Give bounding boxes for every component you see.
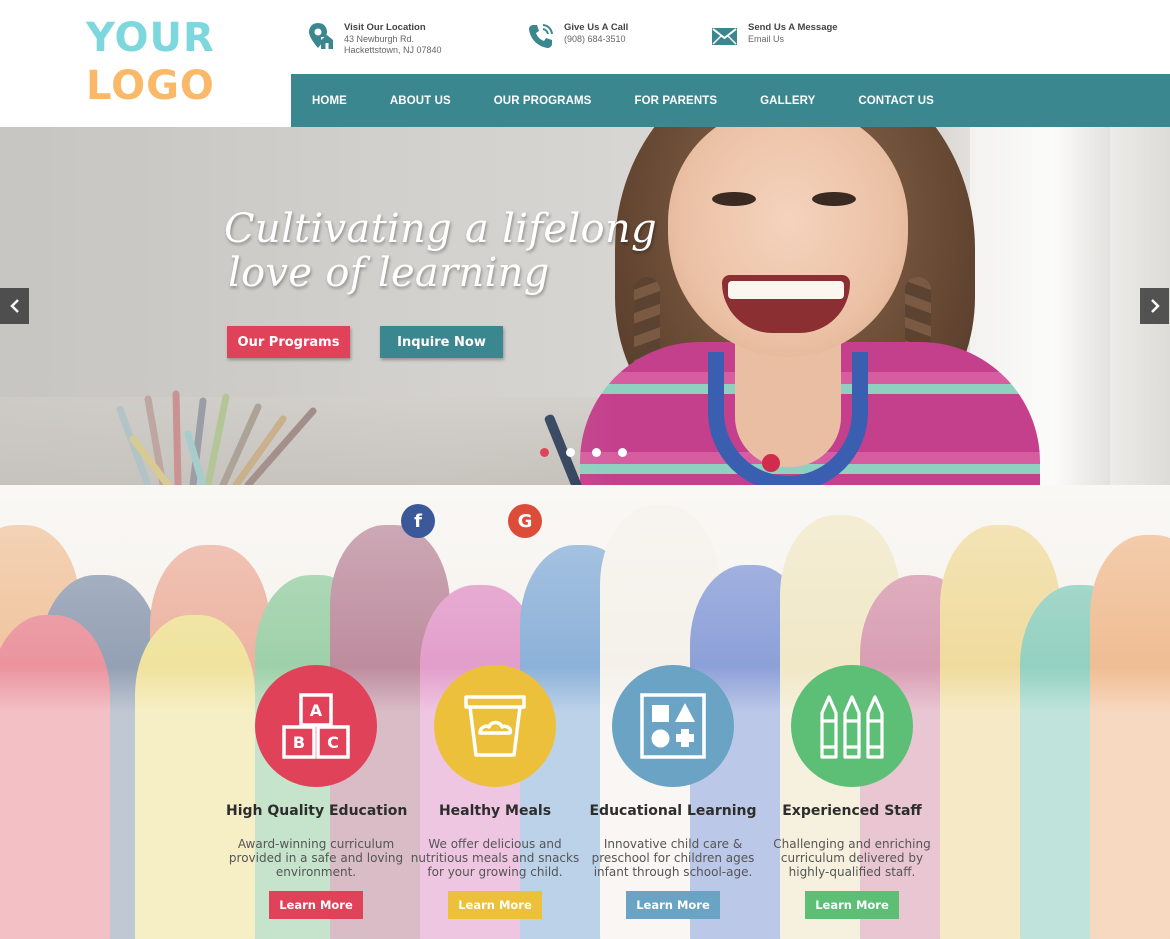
slider-dot-3[interactable] [592,448,601,457]
sweater-button [762,454,780,472]
contact-address-line2: Hackettstown, NJ 07840 [344,45,442,55]
nav-for-parents[interactable]: FOR PARENTS [634,95,717,107]
site-header: YOUR LOGO Visit Our Location 43 Newburgh… [0,0,1170,127]
learn-more-button[interactable]: Learn More [626,891,720,919]
svg-text:C: C [327,733,339,752]
site-logo[interactable]: YOUR LOGO [86,14,215,110]
svg-text:B: B [293,733,305,752]
contact-email-link[interactable]: Email Us [748,34,838,45]
girl-eye-right [812,192,856,206]
feature-quality-education: A B C High Quality Education Award-winni… [226,665,408,919]
girl-eye-left [712,192,756,206]
feature-icon-circle [612,665,734,787]
feature-experienced-staff: Experienced Staff Challenging and enrich… [762,665,942,919]
chevron-right-icon [1150,299,1160,313]
contact-message[interactable]: Send Us A Message Email Us [711,22,838,50]
slider-prev-button[interactable] [0,288,29,324]
feature-description: We offer delicious and nutritious meals … [410,837,580,879]
our-programs-button[interactable]: Our Programs [227,326,350,358]
envelope-icon [712,28,737,45]
google-icon: G [517,510,533,532]
slider-dot-2[interactable] [566,448,575,457]
contact-address-line1: 43 Newburgh Rd. [344,34,415,44]
slider-dot-4[interactable] [618,448,627,457]
feature-icon-circle [791,665,913,787]
phone-icon [529,24,553,48]
girl-collar [708,352,868,485]
feature-description: Innovative child care & preschool for ch… [591,837,755,879]
contact-location[interactable]: Visit Our Location 43 Newburgh Rd. Hacke… [307,22,442,56]
feature-description: Award-winning curriculum provided in a s… [228,837,404,879]
feature-title: High Quality Education [226,803,408,819]
shape-sorter-icon [640,693,706,759]
facebook-icon: f [414,510,422,532]
feature-icon-circle: A B C [255,665,377,787]
features-section: f G A B C High Quality Education Award-w… [0,485,1170,939]
inquire-now-button[interactable]: Inquire Now [380,326,503,358]
contact-title: Send Us A Message [748,22,838,33]
slider-dot-1[interactable] [540,448,549,457]
nav-contact-us[interactable]: CONTACT US [858,95,934,107]
nav-gallery[interactable]: GALLERY [760,95,815,107]
chevron-left-icon [9,299,19,313]
feature-icon-circle [434,665,556,787]
main-nav: HOME ABOUT US OUR PROGRAMS FOR PARENTS G… [291,74,1170,127]
feature-healthy-meals: Healthy Meals We offer delicious and nut… [405,665,585,919]
svg-text:A: A [310,701,323,720]
food-cup-icon [464,695,526,757]
contact-phone-number: (908) 684-3510 [564,34,626,44]
slider-next-button[interactable] [1140,288,1169,324]
learn-more-button[interactable]: Learn More [269,891,363,919]
feature-description: Challenging and enriching curriculum del… [773,837,931,879]
hero-slider: Cultivating a lifelong love of learning … [0,127,1170,485]
abc-blocks-icon: A B C [282,693,350,759]
nav-about-us[interactable]: ABOUT US [390,95,451,107]
nav-home[interactable]: HOME [312,95,347,107]
feature-title: Educational Learning [589,803,757,819]
contact-phone[interactable]: Give Us A Call (908) 684-3510 [527,22,628,50]
hero-title: Cultivating a lifelong love of learning [224,206,657,296]
feature-title: Healthy Meals [438,803,552,819]
facebook-link[interactable]: f [401,504,435,538]
contact-title: Visit Our Location [344,22,426,33]
location-icon [309,23,333,49]
nav-our-programs[interactable]: OUR PROGRAMS [494,95,592,107]
google-link[interactable]: G [508,504,542,538]
learn-more-button[interactable]: Learn More [805,891,899,919]
feature-educational-learning: Educational Learning Innovative child ca… [583,665,763,919]
slider-dots [540,448,644,457]
contact-title: Give Us A Call [564,22,629,33]
crayons-icon [820,695,884,759]
feature-title: Experienced Staff [782,803,922,819]
learn-more-button[interactable]: Learn More [448,891,542,919]
hero-overlay [0,127,620,485]
